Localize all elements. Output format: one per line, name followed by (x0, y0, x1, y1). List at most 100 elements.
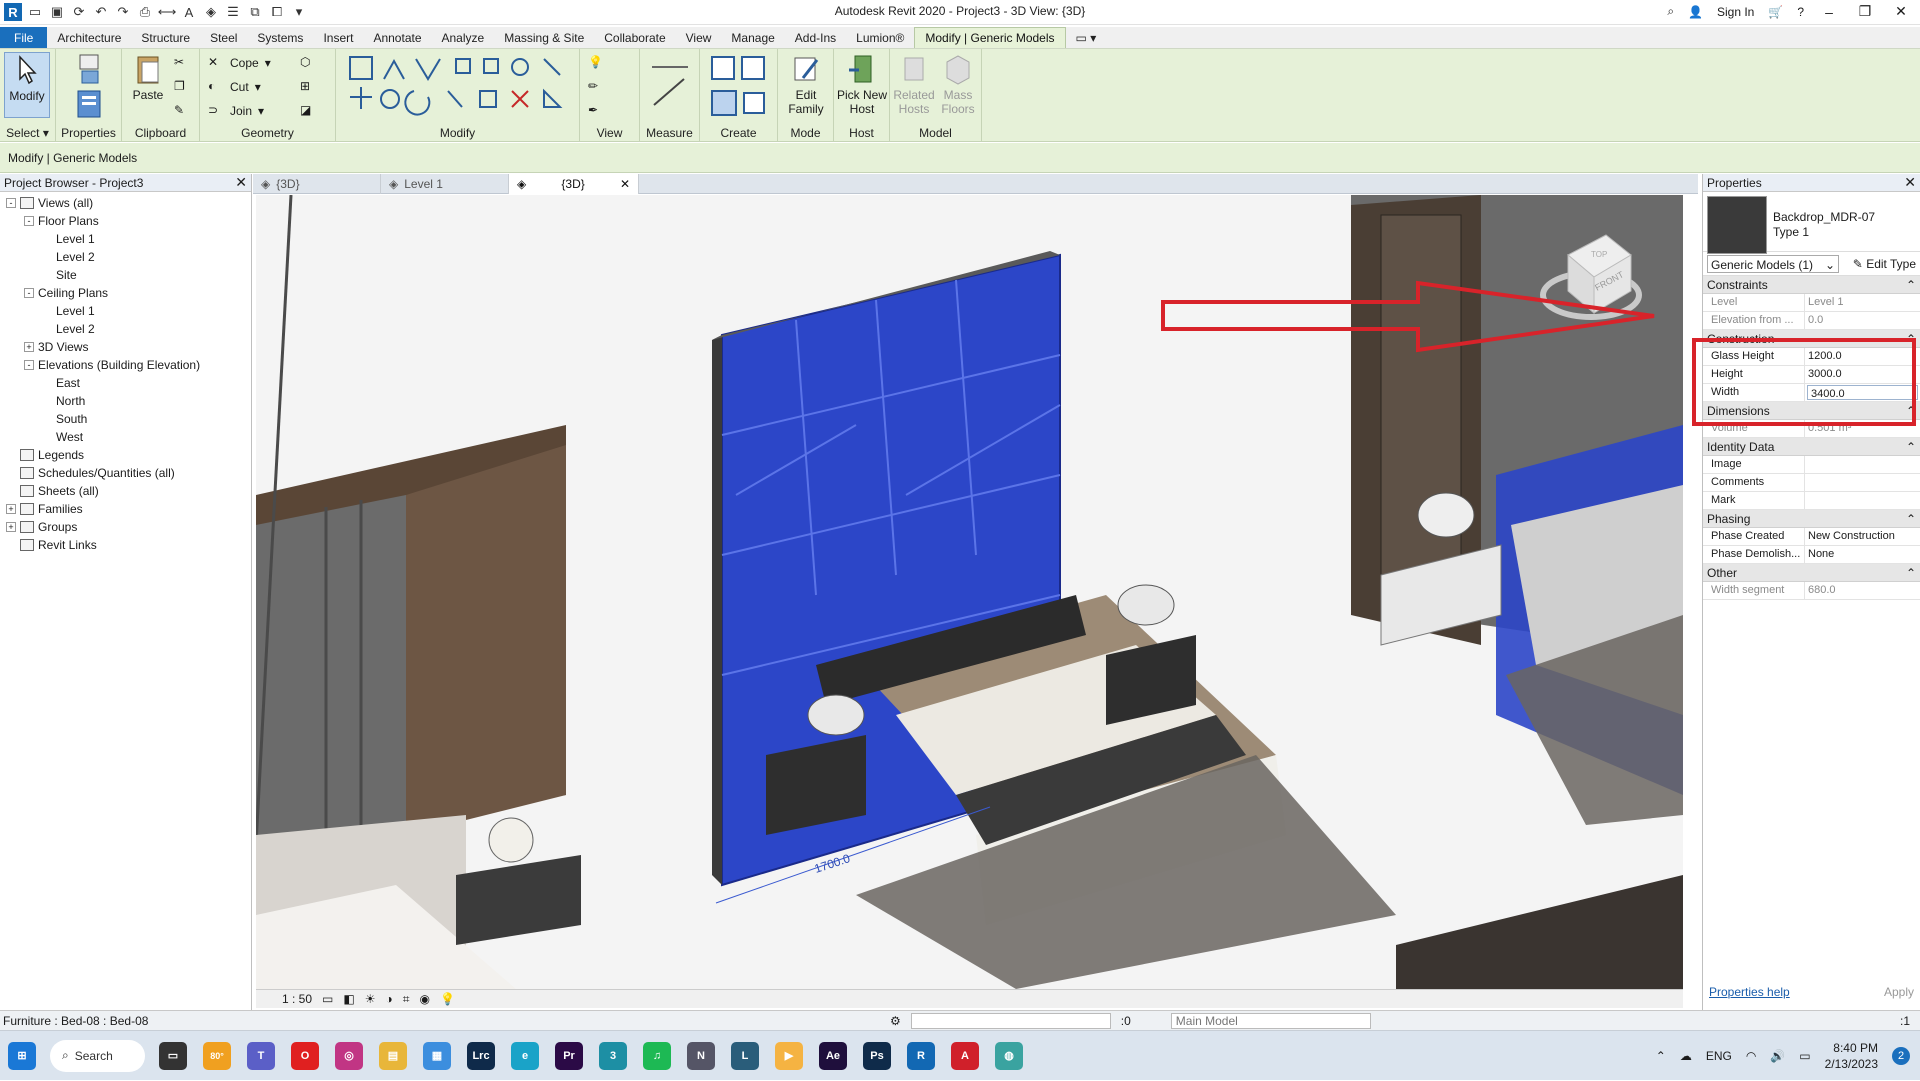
reveal-hidden-icon[interactable]: 💡 (440, 992, 455, 1006)
select-dropdown[interactable]: Select ▾ (0, 126, 55, 140)
properties-palette-button[interactable] (68, 87, 110, 123)
property-category[interactable]: Phasing ⌃ (1703, 510, 1920, 528)
onedrive-icon[interactable]: ☁ (1680, 1049, 1692, 1063)
redo-icon[interactable]: ↷ (114, 3, 132, 21)
close-icon[interactable]: ✕ (1904, 174, 1916, 191)
volume-icon[interactable]: 🔊 (1770, 1049, 1785, 1063)
text-icon[interactable]: A (180, 3, 198, 21)
collapse-icon[interactable]: ⌃ (1906, 440, 1916, 454)
paste-button[interactable]: Paste (128, 52, 168, 102)
linework-icon[interactable]: ✒ (588, 103, 604, 119)
tree-node[interactable]: + Groups (0, 518, 251, 536)
collapse-icon[interactable]: ⌃ (1906, 512, 1916, 526)
property-value[interactable]: 680.0 (1805, 582, 1920, 599)
cope-button[interactable]: ✕ Cope ▾ (208, 55, 271, 71)
shadows-icon[interactable]: ◑ (385, 992, 392, 1006)
edge-icon[interactable]: e (511, 1041, 539, 1070)
join-button[interactable]: ⊃ Join ▾ (208, 103, 264, 119)
taskbar-search[interactable]: ⌕ Search (50, 1039, 145, 1072)
workset-dropdown[interactable] (910, 1012, 1111, 1029)
close-tab-icon[interactable]: ✕ (620, 177, 630, 191)
ribbon-tab-analyze[interactable]: Analyze (432, 27, 495, 48)
ribbon-tab-annotate[interactable]: Annotate (363, 27, 431, 48)
tree-node[interactable]: Level 1 (0, 302, 251, 320)
ribbon-tab-view[interactable]: View (676, 27, 722, 48)
ribbon-tab-architecture[interactable]: Architecture (47, 27, 131, 48)
view-tab[interactable]: ◈ {3D} (253, 174, 381, 194)
restore-icon[interactable]: ❐ (1854, 3, 1876, 20)
media-player-icon[interactable]: ▶ (775, 1041, 803, 1070)
lightroom-icon[interactable]: Lrc (467, 1041, 495, 1070)
navisworks-icon[interactable]: N (687, 1041, 715, 1070)
collapse-icon[interactable]: ⌃ (1906, 278, 1916, 292)
property-category[interactable]: Constraints ⌃ (1703, 276, 1920, 294)
cut-icon[interactable]: ✂ (174, 55, 190, 71)
contextual-tab-options-icon[interactable]: ▭ ▾ (1066, 27, 1107, 48)
tree-node[interactable]: - Views (all) (0, 194, 251, 212)
collapse-icon[interactable]: ⌃ (1906, 566, 1916, 580)
type-selector[interactable]: Backdrop_MDR-07 Type 1 (1703, 192, 1920, 254)
design-option-dropdown[interactable]: Main Model (1170, 1012, 1371, 1029)
photos-icon[interactable]: ▦ (423, 1041, 451, 1070)
task-view-icon[interactable]: ▭ (159, 1041, 187, 1070)
collapse-icon[interactable]: - (6, 198, 16, 208)
view-scale[interactable]: 1 : 50 (282, 992, 312, 1006)
modify-button[interactable]: Modify (4, 52, 50, 118)
mass-floors-button[interactable]: Mass Floors (938, 52, 978, 116)
lumion-icon[interactable]: L (731, 1041, 759, 1070)
ribbon-tab-systems[interactable]: Systems (247, 27, 313, 48)
tree-node[interactable]: - Floor Plans (0, 212, 251, 230)
revit-taskbar-icon[interactable]: R (907, 1041, 935, 1070)
measure-tools-icon[interactable] (650, 55, 690, 115)
spotify-icon[interactable]: ♫ (643, 1041, 671, 1070)
ribbon-tab-manage[interactable]: Manage (721, 27, 784, 48)
copy-icon[interactable]: ❐ (174, 79, 190, 95)
visual-style-icon[interactable]: ◧ (343, 992, 354, 1006)
undo-icon[interactable]: ↶ (92, 3, 110, 21)
language-indicator[interactable]: ENG (1706, 1049, 1732, 1063)
collapse-icon[interactable]: - (24, 288, 34, 298)
notification-badge[interactable]: 2 (1892, 1047, 1910, 1065)
ribbon-tab-add-ins[interactable]: Add-Ins (785, 27, 846, 48)
create-tools-icon[interactable] (708, 53, 770, 123)
temporary-hide-icon[interactable]: ◉ (420, 992, 430, 1006)
measure-icon[interactable]: ⟷ (158, 3, 177, 21)
customize-qat-icon[interactable]: ▾ (290, 3, 308, 21)
tree-node[interactable]: Level 2 (0, 320, 251, 338)
photoshop-icon[interactable]: Ps (863, 1041, 891, 1070)
premiere-icon[interactable]: Pr (555, 1041, 583, 1070)
override-graphics-icon[interactable]: ✏ (588, 79, 604, 95)
clock[interactable]: 8:40 PM 2/13/2023 (1825, 1040, 1878, 1072)
after-effects-icon[interactable]: Ae (819, 1041, 847, 1070)
property-value[interactable]: Level 1 (1805, 294, 1920, 311)
cut-geometry-button[interactable]: ◐ Cut ▾ (208, 79, 261, 95)
3dsmax-icon[interactable]: 3 (599, 1041, 627, 1070)
property-value[interactable] (1805, 492, 1920, 509)
tree-node[interactable]: Level 1 (0, 230, 251, 248)
tree-node[interactable]: South (0, 410, 251, 428)
edit-type-button[interactable]: ✎ Edit Type (1853, 257, 1916, 271)
collapse-icon[interactable]: ⌃ (1906, 332, 1916, 346)
property-category[interactable]: Construction ⌃ (1703, 330, 1920, 348)
battery-icon[interactable]: ▭ (1799, 1049, 1810, 1063)
windows-start-icon[interactable]: ⊞ (8, 1041, 36, 1070)
modify-tools-icon[interactable] (344, 53, 572, 127)
detail-level-icon[interactable]: ▭ (322, 992, 333, 1006)
chevron-up-icon[interactable]: ⌃ (1656, 1049, 1666, 1063)
paint-icon[interactable]: ◪ (300, 103, 316, 119)
ribbon-tab-massing-site[interactable]: Massing & Site (494, 27, 594, 48)
wifi-icon[interactable]: ◠ (1746, 1049, 1756, 1063)
tree-node[interactable]: Sheets (all) (0, 482, 251, 500)
property-value[interactable]: 0.501 m³ (1805, 420, 1920, 437)
thin-lines-icon[interactable]: ☰ (224, 3, 242, 21)
ribbon-tab-collaborate[interactable]: Collaborate (594, 27, 675, 48)
sun-path-icon[interactable]: ☀ (365, 992, 376, 1006)
ribbon-tab-lumion[interactable]: Lumion® (846, 27, 914, 48)
properties-help-link[interactable]: Properties help (1709, 985, 1790, 999)
teams-icon[interactable]: T (247, 1041, 275, 1070)
tree-node[interactable]: + Families (0, 500, 251, 518)
match-type-icon[interactable]: ✎ (174, 103, 190, 119)
globe-app-icon[interactable]: ◍ (995, 1041, 1023, 1070)
property-value[interactable]: 0.0 (1805, 312, 1920, 329)
tree-node[interactable]: Schedules/Quantities (all) (0, 464, 251, 482)
